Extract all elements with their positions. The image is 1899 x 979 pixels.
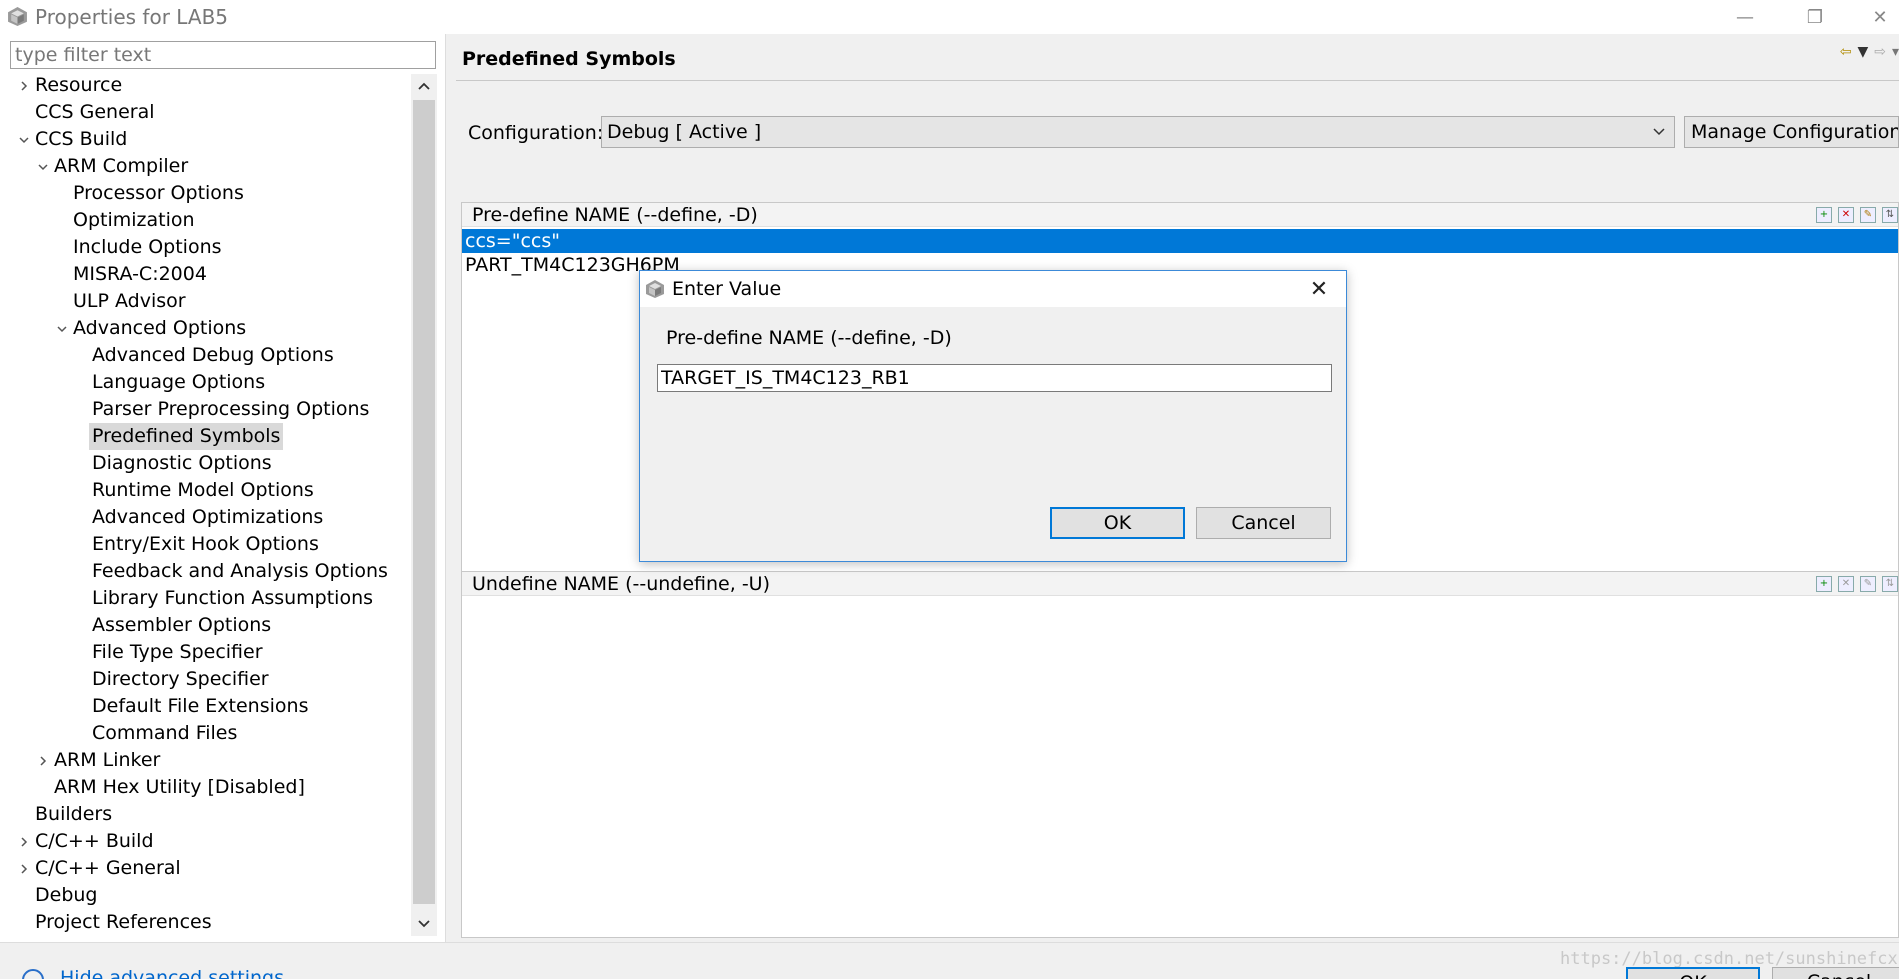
manage-configurations-button[interactable]: Manage Configurations... <box>1684 116 1899 148</box>
chevron-down-icon[interactable] <box>37 161 49 173</box>
dialog-title: Enter Value <box>672 278 782 300</box>
minimize-button[interactable]: — <box>1720 2 1770 32</box>
close-icon: ✕ <box>1309 276 1329 302</box>
predefine-list-header: Pre-define NAME (--define, -D) + ✕ ✎ ⇅ <box>462 203 1898 227</box>
restore-icon: ❐ <box>1806 6 1824 28</box>
ok-button[interactable]: OK <box>1626 967 1760 979</box>
chevron-up-icon <box>418 82 430 90</box>
move-up-icon[interactable]: ⇅ <box>1882 207 1898 223</box>
chevron-down-icon <box>1653 128 1665 136</box>
window-title: Properties for LAB5 <box>35 5 229 29</box>
dropdown-arrow-icon[interactable]: ▼ <box>1857 44 1868 60</box>
move-up-icon[interactable]: ⇅ <box>1882 576 1898 592</box>
scroll-up-button[interactable] <box>411 74 437 98</box>
hide-advanced-settings-link[interactable]: Hide advanced settings <box>60 967 284 979</box>
help-icon[interactable] <box>22 969 44 979</box>
back-arrow-icon[interactable]: ⇦ <box>1840 44 1852 60</box>
page-nav-icons: ⇦ ▼ ⇨ ▾ <box>1840 44 1899 60</box>
undefine-list-header: Undefine NAME (--undefine, -U) + ✕ ✎ ⇅ <box>462 572 1898 596</box>
scroll-down-button[interactable] <box>411 912 437 936</box>
chevron-right-icon[interactable] <box>18 80 30 92</box>
dialog-close-button[interactable]: ✕ <box>1304 274 1334 304</box>
properties-app-icon <box>8 7 27 26</box>
edit-icon[interactable]: ✎ <box>1860 207 1876 223</box>
delete-icon[interactable]: ✕ <box>1838 207 1854 223</box>
predefine-toolbar: + ✕ ✎ ⇅ <box>1816 207 1898 223</box>
close-icon: ✕ <box>1872 6 1888 28</box>
tree-scrollbar[interactable] <box>411 74 437 936</box>
enter-value-dialog: Enter Value ✕ Pre-define NAME (--define,… <box>639 270 1347 562</box>
chevron-down-icon[interactable] <box>56 323 68 335</box>
configuration-value: Debug [ Active ] <box>607 121 762 143</box>
scrollbar-thumb[interactable] <box>413 100 435 904</box>
cancel-button[interactable]: Cancel <box>1772 967 1899 979</box>
predefine-list-title: Pre-define NAME (--define, -D) <box>472 204 758 226</box>
configuration-select[interactable]: Debug [ Active ] <box>601 116 1675 148</box>
edit-icon[interactable]: ✎ <box>1860 576 1876 592</box>
add-icon[interactable]: + <box>1816 207 1832 223</box>
header-separator <box>456 80 1899 81</box>
delete-icon[interactable]: ✕ <box>1838 576 1854 592</box>
watermark-text: https://blog.csdn.net/sunshinefcx <box>1560 949 1898 969</box>
dialog-ok-button[interactable]: OK <box>1050 507 1185 539</box>
value-input[interactable] <box>657 364 1332 392</box>
close-window-button[interactable]: ✕ <box>1855 2 1899 32</box>
undefine-list: Undefine NAME (--undefine, -U) + ✕ ✎ ⇅ <box>461 571 1899 938</box>
chevron-right-icon[interactable] <box>37 755 49 767</box>
forward-arrow-icon[interactable]: ⇨ <box>1874 44 1886 60</box>
view-menu-icon[interactable]: ▾ <box>1892 44 1899 60</box>
window-titlebar: Properties for LAB5 — ❐ ✕ <box>0 0 1899 34</box>
add-icon[interactable]: + <box>1816 576 1832 592</box>
dialog-label: Pre-define NAME (--define, -D) <box>666 327 952 349</box>
left-pane: Resource CCS General CCS Build ARM Compi… <box>0 34 446 942</box>
dialog-cancel-button[interactable]: Cancel <box>1196 507 1331 539</box>
configuration-label: Configuration: <box>468 122 604 144</box>
list-item[interactable]: ccs="ccs" <box>462 229 1898 253</box>
undefine-list-title: Undefine NAME (--undefine, -U) <box>472 573 770 595</box>
chevron-down-icon <box>418 920 430 928</box>
chevron-right-icon[interactable] <box>18 836 30 848</box>
property-tree: Resource CCS General CCS Build ARM Compi… <box>0 72 410 942</box>
bottom-bar: Hide advanced settings https://blog.csdn… <box>0 942 1899 979</box>
page-title: Predefined Symbols <box>462 48 676 70</box>
dialog-titlebar: Enter Value ✕ <box>640 271 1346 307</box>
minimize-icon: — <box>1736 6 1754 28</box>
dialog-app-icon <box>646 280 664 298</box>
filter-input[interactable] <box>10 41 436 69</box>
restore-button[interactable]: ❐ <box>1790 2 1840 32</box>
chevron-down-icon[interactable] <box>18 134 30 146</box>
chevron-right-icon[interactable] <box>18 863 30 875</box>
undefine-toolbar: + ✕ ✎ ⇅ <box>1816 576 1898 592</box>
